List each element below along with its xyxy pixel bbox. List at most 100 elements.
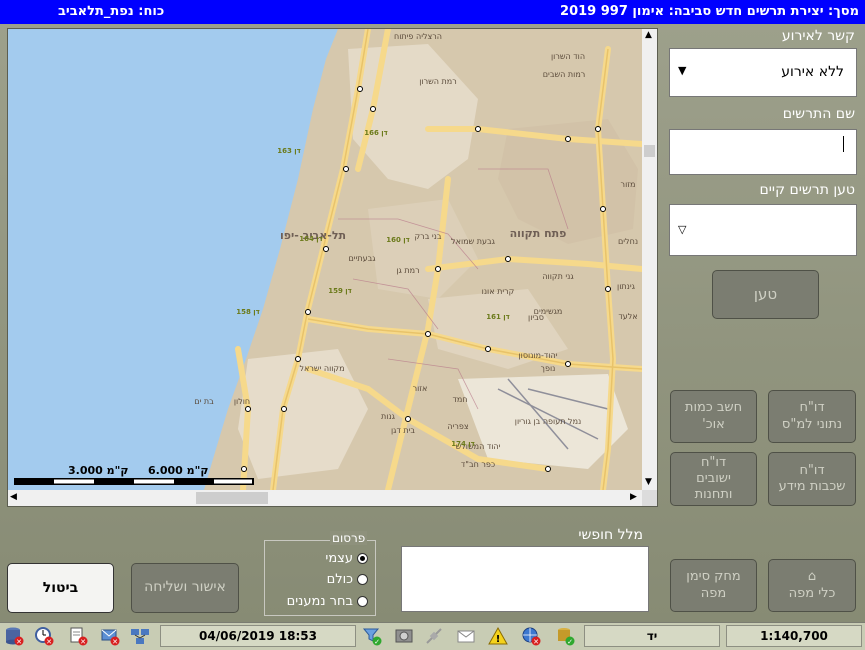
publish-option-self[interactable]: עצמי <box>276 549 368 567</box>
map-label-chemed: חמד <box>452 395 467 404</box>
map-zone-161: דן 161 <box>486 313 510 321</box>
map-label-nofech: נופך <box>541 364 556 373</box>
diagram-name-input[interactable] <box>669 129 857 175</box>
map-label-elad: אלעד <box>618 312 637 321</box>
svg-text:✕: ✕ <box>112 638 118 646</box>
publish-option-all[interactable]: כולם <box>276 570 368 588</box>
map-zone-163: דן 163 <box>277 147 301 155</box>
status-datetime: 04/06/2019 18:53 <box>160 625 356 647</box>
erase-map-mark-button[interactable]: מחק סימן מפה <box>670 559 757 612</box>
status-bar: ✕ ✕ ✕ ✕ 04/06/2019 18:53 ✓ ! ✕ ✓ יד 1:14… <box>0 622 865 650</box>
scroll-down-icon[interactable]: ▼ <box>645 477 652 487</box>
calc-population-button[interactable]: חשב כמות אוכ' <box>670 390 757 443</box>
load-existing-label: טען תרשים קיים <box>759 182 855 198</box>
event-dropdown[interactable]: ללא אירוע ▼ <box>669 48 857 97</box>
satellite-icon[interactable] <box>424 626 444 646</box>
radio-icon <box>357 573 368 585</box>
map-label-azor: אזור <box>413 384 428 393</box>
map-label-holon: חולון <box>234 397 250 406</box>
map-label-mazor: מזור <box>621 180 636 189</box>
chevron-down-icon: ▼ <box>678 64 687 77</box>
svg-text:✕: ✕ <box>533 638 539 646</box>
filter-icon[interactable]: ✓ <box>362 626 382 646</box>
svg-text:✕: ✕ <box>16 638 22 646</box>
screen-title: מסך: יצירת תרשים חדש סביבה: אימון 997 20… <box>560 4 859 19</box>
map-label-givatayim: גבעתיים <box>348 254 376 263</box>
map-frame: תל-אביב -יפו פתח תקווה בני ברק רמת גן גב… <box>7 28 658 507</box>
radio-icon <box>357 595 368 607</box>
free-text-label: מלל חופשי <box>578 527 643 543</box>
map-zone-164: דן 164 <box>299 235 323 243</box>
envelope-icon[interactable] <box>456 626 476 646</box>
scroll-up-icon[interactable]: ▲ <box>645 30 652 40</box>
map-label-tzafririm: צפריה <box>447 422 469 431</box>
map-label-ginaton: גינתון <box>617 282 636 291</box>
map-zone-159: דן 159 <box>328 287 352 295</box>
scale-label-6km: 6.000 ק"מ <box>148 464 208 477</box>
map-label-pt: פתח תקווה <box>510 227 567 240</box>
svg-text:✓: ✓ <box>567 638 573 646</box>
map-label-magshimim: מגשימים <box>534 307 563 316</box>
load-button[interactable]: טען <box>712 270 819 319</box>
map-label-herzliya: הרצליה פיתוח <box>394 32 442 41</box>
map-label-ramat-gan: רמת גן <box>396 266 419 275</box>
globe-icon[interactable]: ✕ <box>521 626 541 646</box>
event-label: קשר לאירוע <box>781 28 855 44</box>
text-cursor <box>843 136 844 152</box>
clock-icon[interactable]: ✕ <box>34 626 54 646</box>
map-view[interactable]: תל-אביב -יפו פתח תקווה בני ברק רמת גן גב… <box>8 29 642 490</box>
map-label-givat-shmuel: גבעת שמואל <box>451 237 496 246</box>
scale-label-3km: 3.000 ק"מ <box>68 464 128 477</box>
map-tools-icon: ⌂ <box>807 569 817 585</box>
map-label-mikveh: מקווה ישראל <box>299 364 344 373</box>
vertical-scroll-thumb[interactable] <box>644 145 655 157</box>
network-icon[interactable] <box>130 626 150 646</box>
settlements-report-button[interactable]: דו"ח ישובים ותחנות <box>670 452 757 506</box>
map-horizontal-scrollbar[interactable]: ◀ ▶ <box>8 490 642 506</box>
mds-report-button[interactable]: דו"ח נתוני למ"ס <box>768 390 856 443</box>
map-zone-166: דן 166 <box>364 129 388 137</box>
approve-send-button[interactable]: אישור ושליחה <box>131 563 239 613</box>
publish-option-recipients[interactable]: בחר נמענים <box>276 592 368 610</box>
mail-server-icon[interactable]: ✕ <box>100 626 120 646</box>
map-label-ganei-tikva: גני תקווה <box>542 272 574 281</box>
scroll-left-icon[interactable]: ◀ <box>10 492 17 502</box>
title-bar: מסך: יצירת תרשים חדש סביבה: אימון 997 20… <box>0 0 865 24</box>
publish-title: פרסום <box>330 531 368 545</box>
svg-text:✓: ✓ <box>374 638 380 646</box>
map-zone-160: דן 160 <box>386 236 410 244</box>
map-zone-158: דן 158 <box>236 308 260 316</box>
map-label-bnei-brak: בני ברק <box>415 232 442 241</box>
diagram-name-label: שם התרשים <box>782 106 855 122</box>
map-label-ganot: גנות <box>381 412 396 421</box>
warning-icon[interactable]: ! <box>488 626 508 646</box>
status-mode: יד <box>584 625 720 647</box>
cancel-button[interactable]: ביטול <box>7 563 114 613</box>
document-icon[interactable]: ✕ <box>68 626 88 646</box>
map-label-hod-hasharon: הוד השרון <box>551 52 585 61</box>
map-label-bat-yam: בת ים <box>194 397 214 406</box>
map-label-kiryat-ono: קרית אונו <box>482 287 515 296</box>
scroll-corner <box>642 490 657 506</box>
shield-database-icon[interactable]: ✓ <box>555 626 575 646</box>
load-existing-dropdown[interactable]: ▽ <box>669 204 857 256</box>
map-label-beit-dagan: בית דגן <box>391 426 415 435</box>
scroll-right-icon[interactable]: ▶ <box>630 492 637 502</box>
database-icon[interactable]: ✕ <box>4 626 24 646</box>
camera-icon[interactable] <box>394 626 414 646</box>
map-zone-174: דן 174 <box>451 440 475 448</box>
event-dropdown-value: ללא אירוע <box>781 64 844 80</box>
svg-text:✕: ✕ <box>80 638 86 646</box>
layers-report-button[interactable]: דו"ח שכבות מידע <box>768 452 856 506</box>
map-label-nachalim: נחלים <box>618 237 638 246</box>
free-text-input[interactable] <box>401 546 649 612</box>
map-label-kfar-chabad: כפר חב"ד <box>461 460 495 469</box>
map-label-airport: נמל תעופה בן גוריון <box>515 417 581 426</box>
horizontal-scroll-thumb[interactable] <box>196 492 268 504</box>
force-title: כוח: נפת_תלאביב <box>58 4 165 19</box>
map-label-ramat-hasharon: רמת השרון <box>419 77 457 86</box>
map-label-ramot-hashavim: רמות השבים <box>543 70 586 79</box>
radio-selected-icon <box>357 552 368 564</box>
map-vertical-scrollbar[interactable]: ▲ ▼ <box>642 29 657 490</box>
map-tools-button[interactable]: ⌂ כלי מפה <box>768 559 856 612</box>
